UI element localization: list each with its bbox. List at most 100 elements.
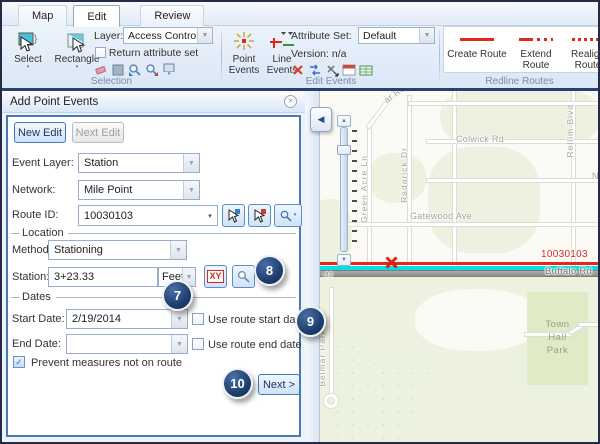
redline-routes-group: Create Route Extend Route Realign Route … [441, 26, 598, 88]
close-icon[interactable]: ✕ [284, 95, 297, 108]
collapse-left-icon: ◀ [318, 114, 325, 125]
street-gatewood-ave [344, 223, 598, 226]
new-edit-button[interactable]: New Edit [14, 122, 66, 143]
event-layer-value: Station [79, 154, 183, 172]
end-date-picker[interactable]: ▼ [66, 334, 188, 354]
move-event-icon[interactable] [325, 63, 339, 77]
zoom-slider-handle[interactable] [337, 145, 351, 155]
use-route-end-date-label: Use route end date [208, 339, 302, 351]
eraser-icon[interactable] [94, 63, 108, 77]
route-number-label: 10030103 [541, 249, 588, 260]
route-id-dropdown-icon[interactable]: ▾ [203, 206, 217, 225]
park-area [368, 153, 426, 203]
layer-value: Access Control [124, 28, 197, 43]
zoom-in-button[interactable]: ▲ [337, 115, 351, 127]
select-tool-button[interactable]: } Select ▾ [6, 28, 50, 70]
end-date-dropdown-icon[interactable]: ▼ [171, 335, 187, 353]
street-label-gatewood: Gatewood Ave [410, 211, 472, 221]
event-layer-label: Event Layer: [12, 157, 74, 169]
use-route-start-date-label: Use route start date [208, 314, 305, 326]
edit-events-tools-row [291, 63, 376, 77]
street-horizontal [427, 179, 598, 182]
end-date-value [67, 335, 171, 353]
next-edit-button[interactable]: Next Edit [72, 122, 124, 143]
select-dropdown-caret[interactable]: ▾ [6, 65, 50, 70]
attribute-table-icon[interactable] [359, 63, 373, 77]
callout-10: 10 [222, 368, 253, 399]
point-events-button[interactable]: Point Events [225, 28, 263, 76]
selection-group: } Select ▾ Rectangle ▾ Layer: Access Con… [2, 26, 221, 88]
point-events-icon [225, 28, 263, 54]
attribute-window-icon[interactable] [342, 63, 356, 77]
red-x-marker: ✕ [384, 253, 399, 274]
selection-group-label: Selection [2, 76, 221, 87]
attribute-set-label: Attribute Set: [291, 30, 352, 42]
network-value: Mile Point [79, 181, 183, 199]
tab-edit[interactable]: Edit [73, 5, 120, 27]
zoom-out-button[interactable]: ▼ [337, 254, 351, 266]
prevent-measures-checkbox[interactable]: ✓ [13, 356, 25, 368]
prevent-measures-label: Prevent measures not on route [31, 357, 182, 369]
street-label-buffalo: Buffalo Rd [545, 266, 592, 277]
delete-event-icon[interactable] [291, 63, 305, 77]
collapse-panel-button[interactable]: ◀ [310, 107, 332, 132]
redline-route-line[interactable] [320, 262, 598, 265]
street-label-radarick: Radarick Dr [399, 147, 409, 203]
svg-text:}: } [34, 34, 38, 45]
start-date-dropdown-icon[interactable]: ▼ [171, 310, 187, 328]
clear-route-icon [252, 208, 267, 223]
clear-route-selection-button[interactable] [248, 204, 271, 227]
use-route-end-date-checkbox[interactable] [192, 338, 204, 350]
belmar-park-label: Belmar Park [320, 329, 327, 387]
method-label: Method: [12, 244, 52, 256]
extend-route-icon [519, 38, 553, 41]
selection-menu-icon[interactable]: ▾ [162, 63, 176, 77]
realign-route-button[interactable]: Realign Route [565, 34, 600, 71]
layer-combobox[interactable]: Access Control ▼ [123, 27, 213, 44]
network-dropdown-icon[interactable]: ▼ [183, 181, 199, 199]
use-route-start-date-checkbox[interactable] [192, 313, 204, 325]
zoom-selected-icon[interactable] [128, 63, 142, 77]
town-hall-park-label: Town Hall Park [527, 318, 588, 357]
edit-events-group: Point Events Line Events Attribute Set: … [223, 26, 439, 88]
station-label: Station: [12, 271, 49, 283]
method-dropdown-icon[interactable]: ▼ [170, 241, 186, 259]
panel-splitter[interactable] [305, 91, 320, 442]
attribute-set-combobox[interactable]: Default ▼ [358, 27, 435, 44]
method-value: Stationing [49, 241, 170, 259]
street-label-green-acre: Green Acre Ln [359, 155, 369, 223]
extend-route-button[interactable]: Extend Route [507, 34, 565, 71]
select-box-icon[interactable] [111, 63, 125, 77]
return-attribute-set-row: Return attribute set [95, 47, 198, 59]
attribute-set-value: Default [359, 28, 419, 43]
map-viewport[interactable]: ✕ ar Rd Green Acre Ln Radarick Dr Colwic… [320, 91, 598, 442]
callout-9: 9 [295, 306, 326, 337]
street-belmar-park [330, 288, 333, 396]
street-label-colwick: Colwick Rd [456, 134, 504, 144]
street-label-clipped: N [592, 171, 598, 181]
snap-events-icon[interactable] [308, 63, 322, 77]
panel-title: Add Point Events [10, 96, 98, 108]
route-search-button[interactable]: ▾ [274, 204, 302, 227]
event-layer-dropdown-icon[interactable]: ▼ [183, 154, 199, 172]
xy-icon: XY [207, 270, 223, 283]
layer-dropdown-icon[interactable]: ▼ [197, 28, 212, 43]
next-button[interactable]: Next > [258, 374, 300, 395]
station-input[interactable]: 3+23.33 [48, 267, 158, 287]
tab-map[interactable]: Map [18, 5, 67, 26]
network-combobox[interactable]: Mile Point ▼ [78, 180, 200, 200]
method-combobox[interactable]: Stationing ▼ [48, 240, 187, 260]
attribute-set-dropdown-icon[interactable]: ▼ [419, 28, 434, 43]
xy-coordinates-button[interactable]: XY [204, 265, 227, 288]
application-window: Map Edit Review } Select ▾ [0, 0, 600, 444]
create-route-button[interactable]: Create Route [445, 34, 509, 60]
select-route-on-map-button[interactable] [222, 204, 245, 227]
station-search-button[interactable] [232, 265, 255, 288]
tab-review[interactable]: Review [140, 5, 204, 26]
return-attribute-set-checkbox[interactable] [95, 47, 106, 58]
event-layer-combobox[interactable]: Station ▼ [78, 153, 200, 173]
pan-selected-icon[interactable] [145, 63, 159, 77]
route-id-combobox[interactable]: 10030103 ▾ [78, 205, 218, 226]
start-date-picker[interactable]: 2/19/2014 ▼ [66, 309, 188, 329]
panel-header: Add Point Events ✕ [2, 91, 305, 113]
